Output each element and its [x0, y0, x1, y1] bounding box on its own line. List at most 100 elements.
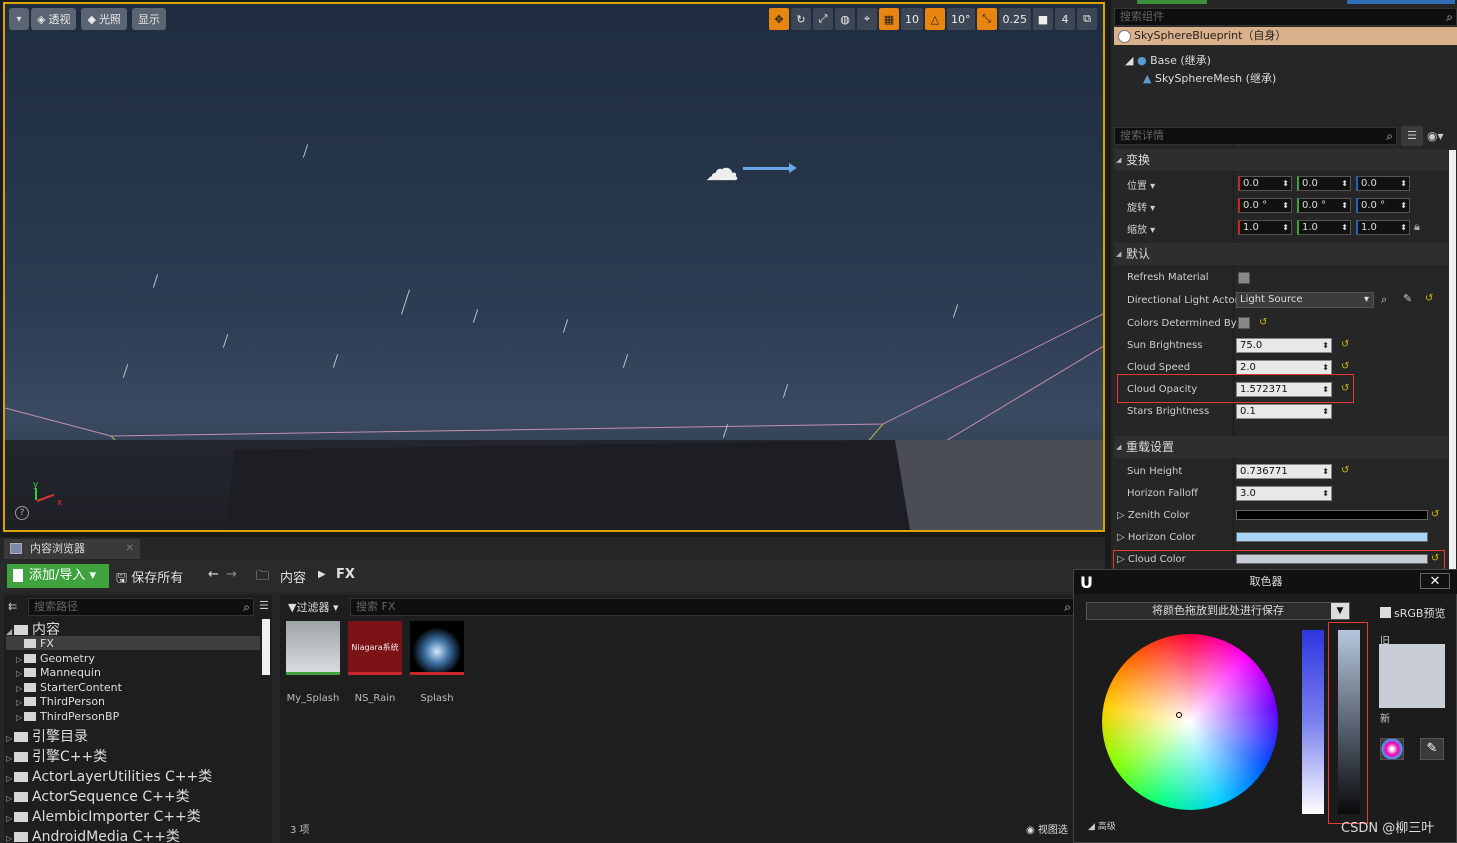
zenith-color-swatch[interactable] [1236, 510, 1428, 520]
path-search-input[interactable]: 搜索路径 ⌕ [28, 598, 254, 616]
advanced-toggle[interactable]: ◢ 高级 [1088, 819, 1116, 832]
location-label[interactable]: 位置 ▾ [1127, 177, 1245, 192]
rotation-x-field[interactable]: 0.0 ° ⬍ [1238, 198, 1292, 213]
sun-brightness-label: Sun Brightness [1127, 340, 1203, 351]
reset-icon[interactable]: ↺ [1341, 465, 1349, 476]
asset-my-splash[interactable]: My_Splash [286, 621, 340, 704]
eyedropper-icon[interactable]: ✎ [1403, 292, 1412, 305]
horizon-color-label[interactable]: ▷ Horizon Color [1117, 532, 1247, 543]
close-tab-icon[interactable]: ✕ [126, 539, 134, 559]
forward-arrow-icon[interactable]: → [226, 567, 237, 582]
scale-y-field[interactable]: 1.0 ⬍ [1297, 220, 1351, 235]
tree-item-engine-cpp[interactable]: ▷ 引擎C++类 [6, 746, 107, 766]
reset-icon[interactable]: ↺ [1341, 383, 1349, 394]
details-scrollbar[interactable] [1449, 150, 1456, 570]
horizon-color-swatch[interactable] [1236, 532, 1428, 542]
stars-brightness-field[interactable]: 0.1 ⬍ [1236, 404, 1332, 419]
location-x-field[interactable]: 0.0 ⬍ [1238, 176, 1292, 191]
add-import-button[interactable]: 添加/导入 ▾ [7, 564, 109, 588]
cloud-opacity-field[interactable]: 1.572371 ⬍ [1236, 382, 1332, 397]
tree-item-actor-layer[interactable]: ▷ ActorLayerUtilities C++类 [6, 766, 212, 786]
section-override[interactable]: 重载设置 [1114, 436, 1448, 458]
color-wheel[interactable] [1102, 634, 1278, 810]
tree-item-thirdpersonbp[interactable]: ▷ ThirdPersonBP [16, 710, 119, 723]
tree-item-android-media[interactable]: ▷ AndroidMedia C++类 [6, 826, 180, 843]
new-color-label: 新 [1380, 714, 1390, 725]
cloud-color-label[interactable]: ▷ Cloud Color [1117, 554, 1247, 565]
cloud-speed-field[interactable]: 2.0 ⬍ [1236, 360, 1332, 375]
close-button[interactable]: ✕ [1420, 573, 1450, 589]
color-wheel-selector[interactable] [1176, 712, 1182, 718]
browse-icon[interactable]: ⌕ [1381, 293, 1387, 307]
level-viewport[interactable]: ▾ ◈ 透视 ◆ 光照 显示 ✥ ↻ ⤢ ◍ ⌖ ▦ 10 △ 10° ⤡ 0.25… [3, 2, 1105, 532]
tree-item-thirdperson[interactable]: ▷ ThirdPerson [16, 695, 105, 708]
sun-height-field[interactable]: 0.736771 ⬍ [1236, 464, 1332, 479]
view-options-button[interactable]: ◉ 视图选 [1026, 821, 1068, 836]
floor-geometry [5, 440, 1103, 530]
tree-item-actor-sequence[interactable]: ▷ ActorSequence C++类 [6, 786, 190, 806]
asset-search-input[interactable]: 搜索 FX ⌕ [350, 598, 1075, 616]
horizon-falloff-field[interactable]: 3.0 ⬍ [1236, 486, 1332, 501]
path-scrollbar[interactable] [262, 619, 270, 675]
scale-x-field[interactable]: 1.0 ⬍ [1238, 220, 1292, 235]
section-default[interactable]: 默认 [1114, 243, 1448, 265]
tree-item-mannequin[interactable]: ▷ Mannequin [16, 666, 101, 679]
rotation-z-field[interactable]: 0.0 ° ⬍ [1356, 198, 1410, 213]
location-y-field[interactable]: 0.0 ⬍ [1297, 176, 1351, 191]
eyedropper-icon[interactable]: ✎ [1420, 738, 1444, 760]
help-icon[interactable]: ? [15, 506, 29, 520]
property-matrix-icon[interactable]: ☰ [1401, 126, 1423, 146]
srgb-preview-checkbox[interactable]: sRGB预览 [1380, 605, 1445, 621]
search-icon: ⌕ [243, 600, 250, 614]
location-z-field[interactable]: 0.0 ⬍ [1356, 176, 1410, 191]
reset-icon[interactable]: ↺ [1431, 509, 1439, 520]
path-options-icon[interactable]: ☰ [259, 599, 269, 612]
color-picker-title[interactable]: 取色器 [1074, 570, 1457, 594]
color-wheel-mode-icon[interactable] [1380, 738, 1404, 760]
tree-item-fx[interactable]: FX [24, 637, 54, 650]
breadcrumb-content[interactable]: 内容 [280, 567, 306, 586]
tree-item-engine-content[interactable]: ▷ 引擎目录 [6, 726, 88, 746]
tree-item-starter-content[interactable]: ▷ StarterContent [16, 681, 122, 694]
back-arrow-icon[interactable]: ← [208, 567, 219, 582]
watermark: CSDN @柳三叶 [1341, 821, 1435, 836]
reset-icon[interactable]: ↺ [1341, 361, 1349, 372]
component-root-row[interactable]: SkySphereBlueprint（自身） [1114, 27, 1457, 45]
asset-ns-rain[interactable]: Niagara系统 NS_Rain [348, 621, 402, 704]
scale-z-field[interactable]: 1.0 ⬍ [1356, 220, 1410, 235]
details-search-input[interactable]: 搜索详情 ⌕ [1114, 127, 1397, 145]
zenith-color-label[interactable]: ▷ Zenith Color [1117, 510, 1247, 521]
rotation-label[interactable]: 旋转 ▾ [1127, 199, 1245, 214]
chevron-down-icon[interactable]: ▼ [1331, 603, 1349, 619]
sun-brightness-field[interactable]: 75.0 ⬍ [1236, 338, 1332, 353]
rotation-y-field[interactable]: 0.0 ° ⬍ [1297, 198, 1351, 213]
reset-icon[interactable]: ↺ [1259, 317, 1267, 328]
component-mesh[interactable]: ▲ SkySphereMesh (继承) [1143, 70, 1276, 86]
colors-determined-checkbox[interactable] [1238, 317, 1250, 329]
reset-icon[interactable]: ↺ [1341, 339, 1349, 350]
directional-light-actor-dropdown[interactable]: Light Source ▾ [1236, 292, 1374, 308]
reset-icon[interactable]: ↺ [1431, 553, 1439, 564]
tree-item-geometry[interactable]: ▷ Geometry [16, 652, 95, 665]
cloud-opacity-label: Cloud Opacity [1127, 384, 1198, 395]
content-browser-tab[interactable]: 内容浏览器 ✕ [4, 539, 140, 559]
sky-sphere-cloud-icon[interactable]: ☁ [705, 149, 739, 189]
view-options-eye-icon[interactable]: ◉▾ [1427, 126, 1457, 146]
scale-label[interactable]: 缩放 ▾ [1127, 221, 1245, 236]
tree-collapse-icon[interactable]: ⇇ [8, 600, 17, 613]
refresh-material-checkbox[interactable] [1238, 272, 1250, 284]
reset-icon[interactable]: ↺ [1425, 293, 1433, 304]
asset-splash[interactable]: Splash [410, 621, 464, 704]
save-all-button[interactable]: 🖫︎ 保存所有 [116, 567, 183, 591]
breadcrumb-fx[interactable]: FX [336, 567, 355, 582]
component-base[interactable]: ◢ ● Base (继承) [1125, 52, 1211, 68]
section-transform[interactable]: 变换 [1114, 149, 1448, 171]
saturation-slider[interactable] [1302, 630, 1324, 814]
filter-button[interactable]: ▼过滤器 ▾ [288, 599, 339, 615]
unreal-logo-icon: U [1080, 573, 1093, 592]
color-save-drop-area[interactable]: 将颜色拖放到此处进行保存 ▼ [1086, 602, 1350, 620]
component-search-input[interactable]: 搜索组件 ⌕ [1114, 8, 1457, 26]
cloud-color-swatch[interactable] [1236, 554, 1428, 564]
tree-item-alembic[interactable]: ▷ AlembicImporter C++类 [6, 806, 201, 826]
lock-icon[interactable]: 🔒︎ [1414, 220, 1420, 234]
